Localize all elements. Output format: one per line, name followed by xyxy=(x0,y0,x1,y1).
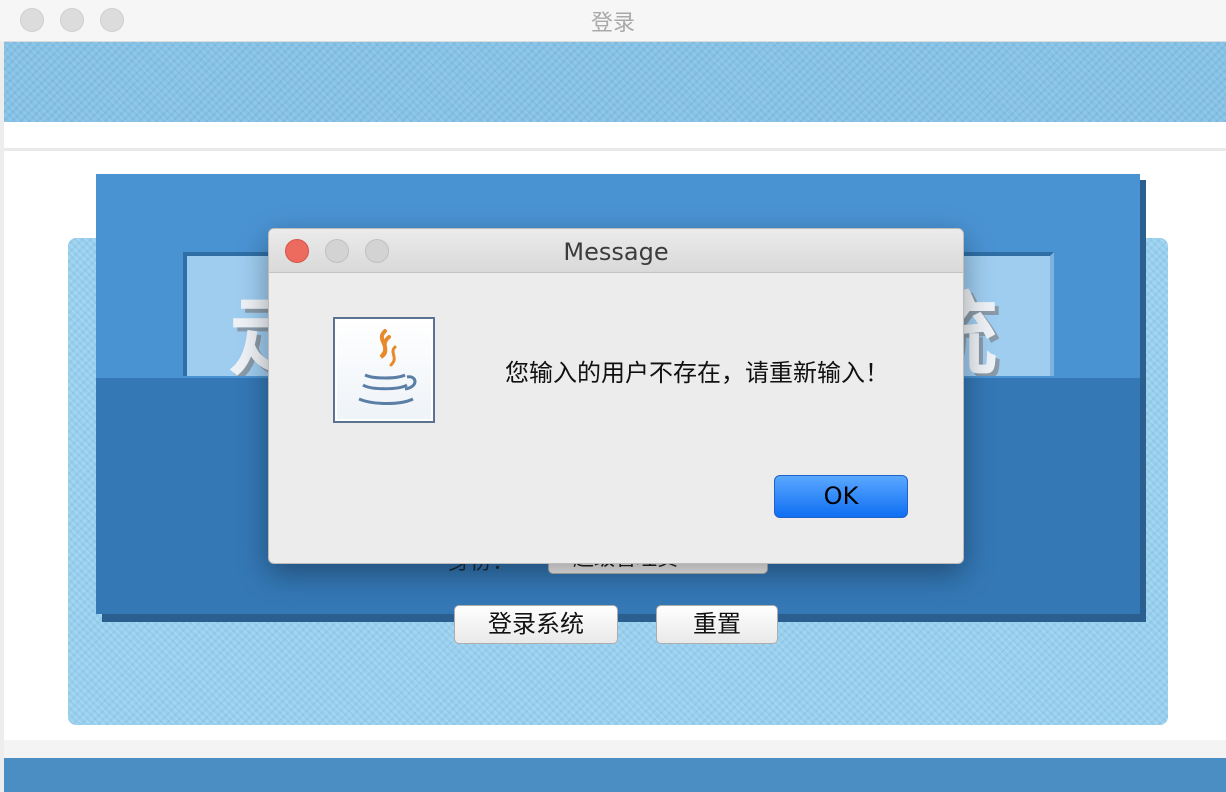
dialog-titlebar: Message xyxy=(269,229,963,273)
java-cup-icon xyxy=(333,317,435,423)
dialog-title: Message xyxy=(563,238,669,266)
bottom-separator xyxy=(4,740,1226,758)
window-title: 登录 xyxy=(590,11,635,36)
divider xyxy=(4,148,1226,151)
message-dialog: Message 您输入的用户不存在，请重新输入！ OK xyxy=(268,228,964,564)
window-left-edge xyxy=(0,41,4,792)
ok-button[interactable]: OK xyxy=(774,475,908,518)
top-banner xyxy=(4,42,1226,122)
login-button[interactable]: 登录系统 xyxy=(454,605,618,644)
dialog-message: 您输入的用户不存在，请重新输入！ xyxy=(505,359,889,387)
window-titlebar: 登录 xyxy=(0,0,1226,42)
bottom-bar xyxy=(4,758,1226,792)
reset-button[interactable]: 重置 xyxy=(656,605,778,644)
